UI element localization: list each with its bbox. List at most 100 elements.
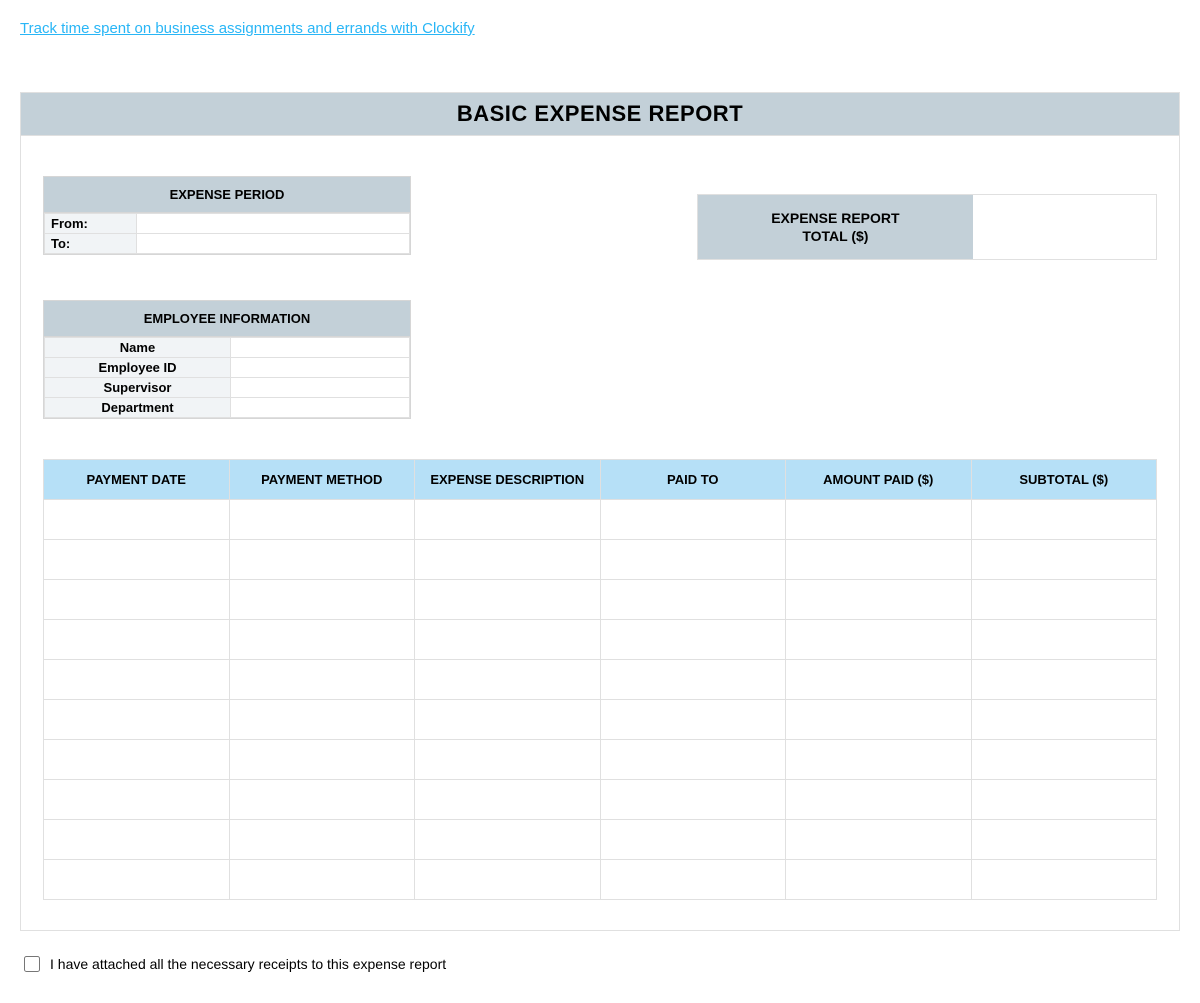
expense-cell[interactable] — [971, 700, 1157, 740]
expense-cell[interactable] — [971, 860, 1157, 900]
expense-cell[interactable] — [971, 540, 1157, 580]
expense-cell[interactable] — [44, 580, 230, 620]
expense-cell[interactable] — [44, 700, 230, 740]
expense-cell[interactable] — [971, 780, 1157, 820]
expense-column-header: SUBTOTAL ($) — [971, 460, 1157, 500]
from-value[interactable] — [137, 214, 410, 234]
expense-cell[interactable] — [229, 820, 415, 860]
expense-cell[interactable] — [229, 740, 415, 780]
expense-cell[interactable] — [600, 860, 786, 900]
report-title: BASIC EXPENSE REPORT — [20, 92, 1180, 136]
expense-total-value[interactable] — [973, 195, 1156, 259]
expense-cell[interactable] — [44, 740, 230, 780]
expense-period-box: EXPENSE PERIOD From: To: — [43, 176, 411, 255]
expense-period-to-row: To: — [45, 234, 410, 254]
expense-total-label-line1: EXPENSE REPORT — [771, 210, 899, 226]
expense-cell[interactable] — [600, 780, 786, 820]
expense-period-header: EXPENSE PERIOD — [44, 177, 410, 213]
expense-row — [44, 820, 1157, 860]
expense-cell[interactable] — [44, 620, 230, 660]
expense-cell[interactable] — [786, 660, 972, 700]
expense-cell[interactable] — [229, 780, 415, 820]
employee-info-label: Name — [45, 338, 231, 358]
expense-cell[interactable] — [600, 740, 786, 780]
expense-cell[interactable] — [786, 540, 972, 580]
expense-row — [44, 540, 1157, 580]
expense-cell[interactable] — [44, 860, 230, 900]
receipts-checkbox[interactable] — [24, 956, 40, 972]
expense-cell[interactable] — [415, 860, 601, 900]
expense-cell[interactable] — [600, 700, 786, 740]
expense-column-header: PAYMENT METHOD — [229, 460, 415, 500]
expense-row — [44, 700, 1157, 740]
expense-cell[interactable] — [229, 860, 415, 900]
expense-cell[interactable] — [971, 580, 1157, 620]
expense-cell[interactable] — [44, 780, 230, 820]
employee-info-header: EMPLOYEE INFORMATION — [44, 301, 410, 337]
expense-cell[interactable] — [786, 780, 972, 820]
employee-info-box: EMPLOYEE INFORMATION NameEmployee IDSupe… — [43, 300, 411, 419]
expense-row — [44, 620, 1157, 660]
employee-info-value[interactable] — [231, 378, 410, 398]
expense-cell[interactable] — [786, 580, 972, 620]
expense-cell[interactable] — [971, 820, 1157, 860]
expense-cell[interactable] — [229, 700, 415, 740]
employee-info-row: Department — [45, 398, 410, 418]
expense-cell[interactable] — [229, 580, 415, 620]
expense-cell[interactable] — [971, 740, 1157, 780]
expense-cell[interactable] — [786, 620, 972, 660]
expense-column-header: PAYMENT DATE — [44, 460, 230, 500]
employee-info-label: Supervisor — [45, 378, 231, 398]
expense-cell[interactable] — [600, 620, 786, 660]
receipts-confirmation-text: I have attached all the necessary receip… — [50, 956, 446, 972]
expense-total-label: EXPENSE REPORT TOTAL ($) — [698, 195, 973, 259]
expense-cell[interactable] — [44, 540, 230, 580]
employee-info-row: Employee ID — [45, 358, 410, 378]
expense-column-header: AMOUNT PAID ($) — [786, 460, 972, 500]
expense-cell[interactable] — [44, 820, 230, 860]
employee-info-label: Department — [45, 398, 231, 418]
expense-cell[interactable] — [600, 500, 786, 540]
expense-cell[interactable] — [44, 500, 230, 540]
employee-info-value[interactable] — [231, 398, 410, 418]
to-value[interactable] — [137, 234, 410, 254]
expense-cell[interactable] — [600, 580, 786, 620]
expense-cell[interactable] — [229, 500, 415, 540]
expense-cell[interactable] — [600, 820, 786, 860]
receipts-confirmation: I have attached all the necessary receip… — [20, 953, 1180, 975]
expense-cell[interactable] — [415, 580, 601, 620]
expense-cell[interactable] — [229, 660, 415, 700]
expense-cell[interactable] — [415, 620, 601, 660]
expense-cell[interactable] — [600, 660, 786, 700]
expense-cell[interactable] — [971, 660, 1157, 700]
expense-cell[interactable] — [415, 660, 601, 700]
expense-row — [44, 740, 1157, 780]
expense-column-header: EXPENSE DESCRIPTION — [415, 460, 601, 500]
expense-cell[interactable] — [786, 860, 972, 900]
employee-info-value[interactable] — [231, 338, 410, 358]
employee-info-row: Name — [45, 338, 410, 358]
expense-row — [44, 660, 1157, 700]
expense-cell[interactable] — [415, 500, 601, 540]
expense-cell[interactable] — [600, 540, 786, 580]
expense-cell[interactable] — [786, 700, 972, 740]
expense-cell[interactable] — [44, 660, 230, 700]
expense-cell[interactable] — [971, 500, 1157, 540]
clockify-promo-link[interactable]: Track time spent on business assignments… — [20, 20, 475, 37]
expense-cell[interactable] — [415, 540, 601, 580]
expense-cell[interactable] — [786, 740, 972, 780]
expense-column-header: PAID TO — [600, 460, 786, 500]
expense-report: BASIC EXPENSE REPORT EXPENSE PERIOD From… — [20, 92, 1180, 931]
expense-cell[interactable] — [415, 820, 601, 860]
expense-cell[interactable] — [415, 700, 601, 740]
expense-cell[interactable] — [786, 820, 972, 860]
expense-row — [44, 860, 1157, 900]
expense-cell[interactable] — [229, 540, 415, 580]
employee-info-value[interactable] — [231, 358, 410, 378]
expense-period-from-row: From: — [45, 214, 410, 234]
expense-cell[interactable] — [415, 780, 601, 820]
expense-cell[interactable] — [971, 620, 1157, 660]
expense-cell[interactable] — [415, 740, 601, 780]
expense-cell[interactable] — [229, 620, 415, 660]
expense-cell[interactable] — [786, 500, 972, 540]
